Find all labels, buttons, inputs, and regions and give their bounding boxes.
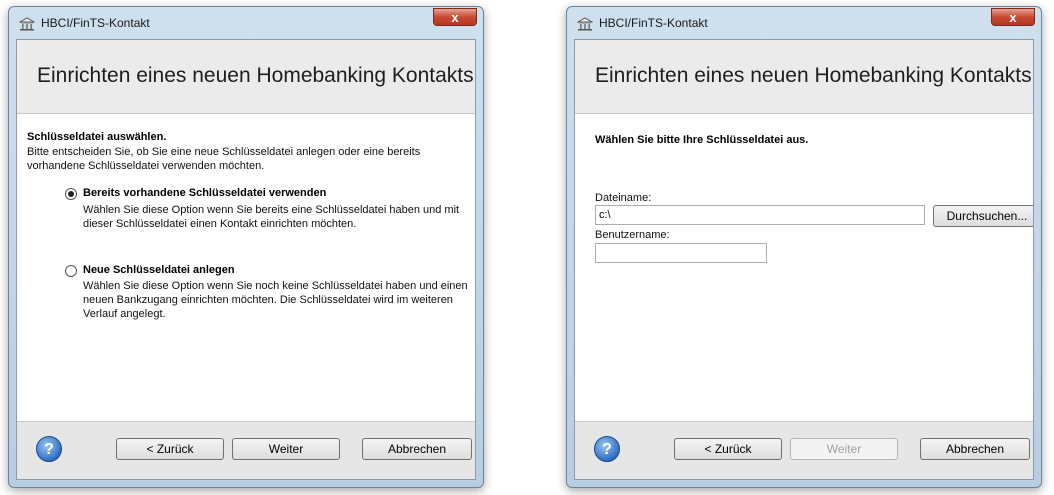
close-button[interactable]: x [991, 8, 1035, 26]
dialog-client-area: Einrichten eines neuen Homebanking Konta… [574, 39, 1034, 480]
cancel-button[interactable]: Abbrechen [362, 438, 472, 460]
wizard-header: Einrichten eines neuen Homebanking Konta… [17, 40, 475, 114]
title-bar[interactable]: HBCI/FinTS-Kontakt x [9, 7, 483, 39]
section-description: Bitte entscheiden Sie, ob Sie eine neue … [27, 146, 421, 172]
help-icon[interactable]: ? [594, 436, 620, 462]
cancel-button[interactable]: Abbrechen [920, 438, 1030, 460]
title-bar[interactable]: HBCI/FinTS-Kontakt x [567, 7, 1041, 39]
wizard-footer: ? < Zurück Weiter Abbrechen [17, 421, 475, 479]
back-button[interactable]: < Zurück [116, 438, 224, 460]
next-button: Weiter [790, 438, 898, 460]
next-button[interactable]: Weiter [232, 438, 340, 460]
wizard-footer: ? < Zurück Weiter Abbrechen [575, 421, 1033, 479]
dialog-window-key-file-select: HBCI/FinTS-Kontakt x Einrichten eines ne… [566, 6, 1042, 488]
page-title: Einrichten eines neuen Homebanking Konta… [595, 64, 1032, 87]
window-title: HBCI/FinTS-Kontakt [41, 16, 150, 30]
wizard-content: Schlüsseldatei auswählen. Bitte entschei… [17, 114, 475, 421]
username-label: Benutzername: [595, 229, 670, 241]
close-icon: x [451, 10, 459, 25]
browse-button[interactable]: Durchsuchen... [933, 205, 1033, 227]
dialog-client-area: Einrichten eines neuen Homebanking Konta… [16, 39, 476, 480]
filename-input[interactable] [595, 205, 925, 225]
username-input[interactable] [595, 243, 767, 263]
bank-icon [577, 17, 593, 31]
back-button[interactable]: < Zurück [674, 438, 782, 460]
option-description-existing-key-file: Wählen Sie diese Option wenn Sie bereits… [83, 204, 460, 230]
wizard-header: Einrichten eines neuen Homebanking Konta… [575, 40, 1033, 114]
close-icon: x [1009, 10, 1017, 25]
section-title: Schlüsseldatei auswählen. [27, 131, 167, 143]
close-button[interactable]: x [433, 8, 477, 26]
bank-icon [19, 17, 35, 31]
radio-existing-key-file[interactable] [65, 188, 77, 200]
filename-label: Dateiname: [595, 192, 652, 204]
instruction-text: Wählen Sie bitte Ihre Schlüsseldatei aus… [595, 134, 809, 146]
page-title: Einrichten eines neuen Homebanking Konta… [37, 64, 474, 87]
option-label-new-key-file[interactable]: Neue Schlüsseldatei anlegen [83, 264, 235, 276]
option-description-new-key-file: Wählen Sie diese Option wenn Sie noch ke… [83, 280, 468, 320]
wizard-content: Wählen Sie bitte Ihre Schlüsseldatei aus… [575, 114, 1033, 421]
window-title: HBCI/FinTS-Kontakt [599, 16, 708, 30]
option-label-existing-key-file[interactable]: Bereits vorhandene Schlüsseldatei verwen… [83, 187, 326, 199]
dialog-window-key-file-choice: HBCI/FinTS-Kontakt x Einrichten eines ne… [8, 6, 484, 488]
help-icon[interactable]: ? [36, 436, 62, 462]
radio-new-key-file[interactable] [65, 265, 77, 277]
